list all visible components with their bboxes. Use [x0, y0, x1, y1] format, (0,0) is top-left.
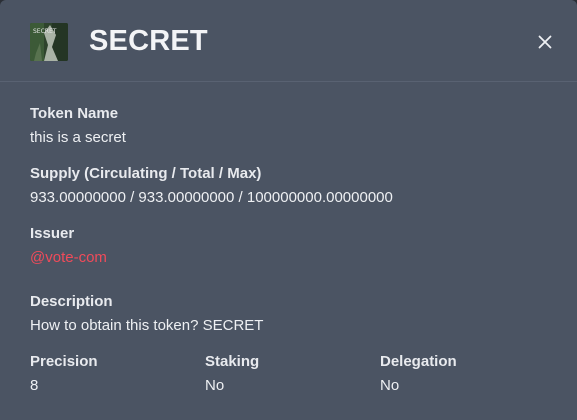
token-symbol-title: SECRET	[89, 25, 208, 57]
precision-value: 8	[30, 377, 39, 394]
issuer-link[interactable]: @vote-com	[30, 249, 107, 266]
staking-label: Staking	[205, 353, 260, 370]
token-logo-text: SECRET	[33, 28, 57, 35]
description-value: How to obtain this token? SECRET	[30, 317, 264, 334]
token-info-modal: SECRET SECRET Token Name this is a secre…	[0, 0, 577, 420]
description-label: Description	[30, 293, 113, 310]
staking-value: No	[205, 377, 225, 394]
delegation-label: Delegation	[380, 353, 457, 370]
modal-header: SECRET SECRET	[0, 0, 577, 82]
token-name-value: this is a secret	[30, 129, 126, 146]
supply-value: 933.00000000 / 933.00000000 / 100000000.…	[30, 189, 393, 206]
precision-label: Precision	[30, 353, 98, 370]
close-button[interactable]	[533, 30, 557, 54]
issuer-label: Issuer	[30, 225, 75, 242]
close-icon	[538, 35, 552, 49]
token-logo-icon: SECRET	[30, 23, 68, 61]
delegation-value: No	[380, 377, 400, 394]
supply-label: Supply (Circulating / Total / Max)	[30, 165, 262, 182]
token-name-label: Token Name	[30, 105, 119, 122]
issuer-value-container: @vote-com	[30, 248, 107, 268]
